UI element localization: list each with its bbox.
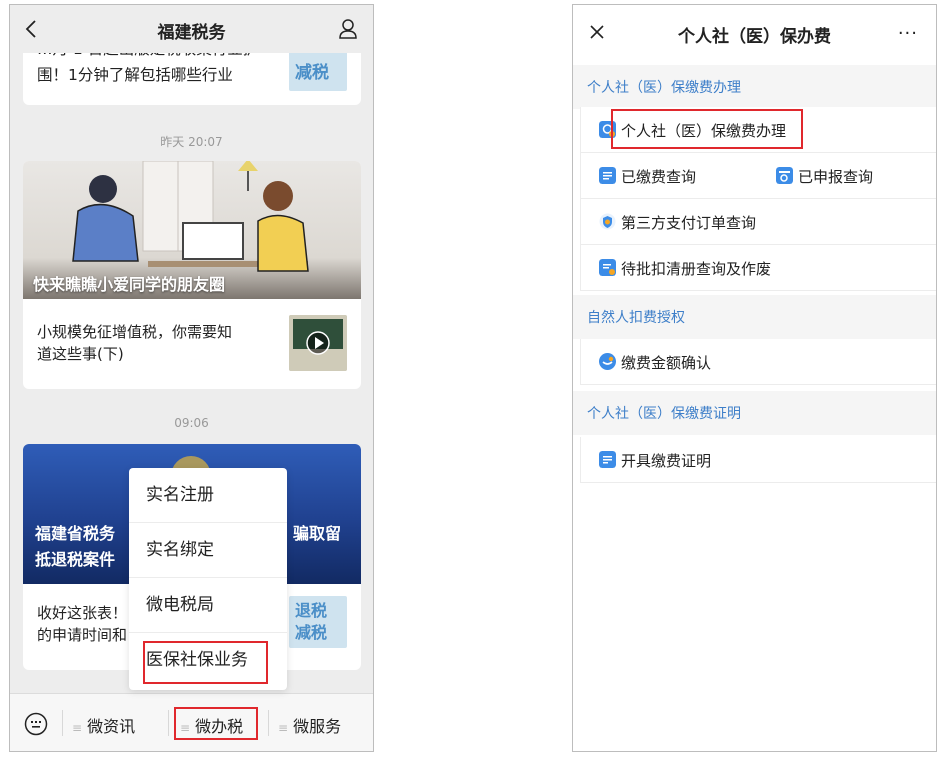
message-timestamp: 昨天 20:07 bbox=[160, 135, 223, 149]
account-menu-bar: ≡ 微资讯 ≡ 微办税 ≡ 微服务 bbox=[10, 693, 373, 751]
menu-tab-tax-handling[interactable]: ≡ 微办税 bbox=[180, 713, 243, 737]
list-item-label: 已缴费查询 bbox=[621, 168, 697, 186]
menu-tab-news[interactable]: ≡ 微资讯 bbox=[72, 713, 135, 737]
section-header: 个人社（医）保缴费证明 bbox=[573, 391, 936, 435]
list-pending-icon bbox=[599, 259, 616, 276]
submenu-popup: 实名注册 实名绑定 微电税局 医保社保业务 bbox=[129, 468, 287, 690]
message-timestamp: 09:06 bbox=[174, 416, 209, 430]
page-title: 个人社（医）保办费 bbox=[678, 27, 831, 47]
article-banner-image: 快来瞧瞧小爱同学的朋友圈 bbox=[23, 161, 361, 299]
document-icon bbox=[599, 167, 616, 184]
section-header: 自然人扣费授权 bbox=[573, 295, 936, 339]
article-summary: 小规模免征增值税，你需要知 道这些事(下) bbox=[37, 323, 233, 363]
section-header: 个人社（医）保缴费办理 bbox=[573, 65, 936, 109]
banner-title-right: 骗取留 bbox=[293, 524, 342, 543]
menu-item-e-tax-bureau[interactable]: 微电税局 bbox=[129, 578, 287, 633]
more-options-icon[interactable]: ··· bbox=[898, 23, 918, 44]
list-item-certificate[interactable]: 开具缴费证明 bbox=[580, 437, 936, 483]
list-item-label: 个人社（医）保缴费办理 bbox=[621, 122, 787, 140]
article-title: …月 1 日起出版是税收案行业扩 围！1分钟了解包括哪些行业 bbox=[37, 41, 258, 84]
article-thumbnail: 退税 减税 bbox=[289, 596, 347, 648]
article-card[interactable]: 快来瞧瞧小爱同学的朋友圈 小规模免征增值税，你需要知 道这些事(下) bbox=[23, 161, 361, 389]
list-item-label: 第三方支付订单查询 bbox=[621, 214, 757, 232]
shield-pay-icon bbox=[599, 213, 616, 230]
search-document-icon bbox=[776, 167, 793, 184]
play-icon bbox=[289, 315, 347, 371]
list-item-label: 缴费金额确认 bbox=[621, 354, 712, 372]
banner-title: 快来瞧瞧小爱同学的朋友圈 bbox=[33, 275, 226, 294]
insurance-icon bbox=[599, 121, 616, 138]
certificate-icon bbox=[599, 451, 616, 468]
list-item-label: 已申报查询 bbox=[798, 168, 874, 186]
user-profile-icon[interactable] bbox=[337, 17, 361, 41]
banner-title: 福建省税务 bbox=[35, 524, 116, 543]
menu-item-real-name-register[interactable]: 实名注册 bbox=[129, 468, 287, 523]
wallet-icon bbox=[599, 353, 616, 370]
menu-item-medical-social-insurance[interactable]: 医保社保业务 bbox=[129, 633, 287, 688]
list-item-third-party-order[interactable]: 第三方支付订单查询 bbox=[580, 199, 936, 245]
wechat-account-screen: 福建税务 …月 1 日起出版是税收案行业扩 围！1分钟了解包括哪些行业 减税 昨… bbox=[9, 4, 374, 752]
menu-item-real-name-bind[interactable]: 实名绑定 bbox=[129, 523, 287, 578]
article-summary: 收好这张表！ 的申请时间和 bbox=[37, 604, 128, 644]
list-item-pay-handle[interactable]: 个人社（医）保缴费办理 bbox=[580, 107, 936, 153]
menu-tab-services[interactable]: ≡ 微服务 bbox=[278, 713, 341, 737]
social-insurance-screen: 个人社（医）保办费 ··· 个人社（医）保缴费办理 个人社（医）保缴费办理 已缴… bbox=[572, 4, 937, 752]
page-header: 个人社（医）保办费 ··· bbox=[573, 5, 936, 59]
account-title: 福建税务 bbox=[157, 23, 226, 43]
list-item-pending-list[interactable]: 待批扣清册查询及作废 bbox=[580, 245, 936, 291]
list-item-label: 待批扣清册查询及作废 bbox=[621, 260, 772, 278]
banner-subtitle: 抵退税案件 bbox=[35, 550, 116, 569]
video-thumbnail[interactable] bbox=[289, 315, 347, 371]
list-item-label: 开具缴费证明 bbox=[621, 452, 712, 470]
list-item-amount-confirm[interactable]: 缴费金额确认 bbox=[580, 339, 936, 385]
chat-header: 福建税务 bbox=[10, 5, 373, 53]
keyboard-icon[interactable] bbox=[24, 712, 48, 736]
list-item-declared-query[interactable]: 已申报查询 bbox=[760, 153, 936, 199]
